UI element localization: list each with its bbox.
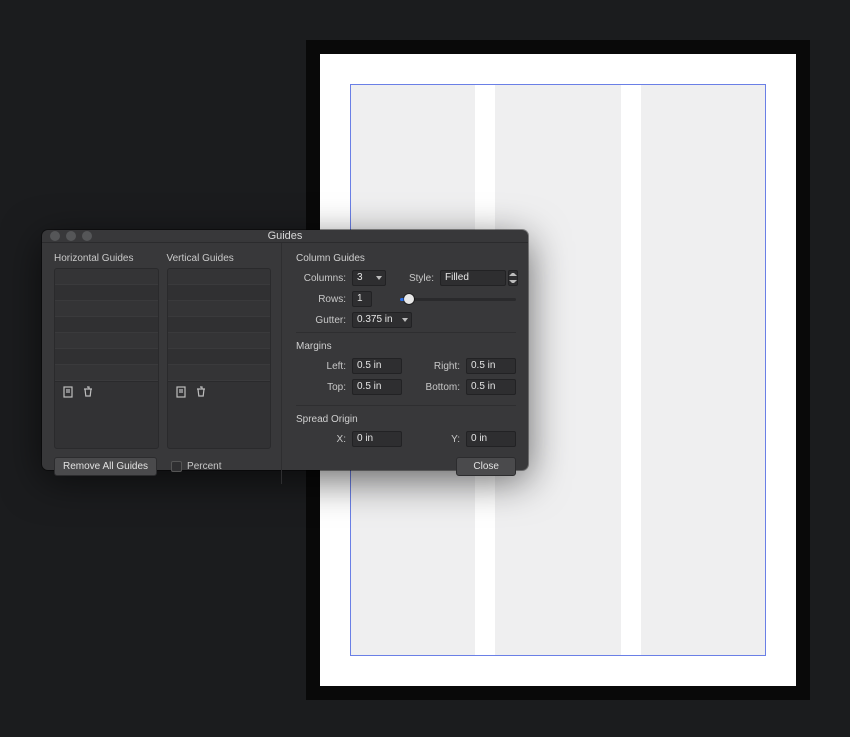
gutter-label: Gutter: [296, 315, 352, 326]
rows-label: Rows: [296, 294, 352, 305]
columns-value: 3 [357, 271, 363, 285]
spread-origin-section: Spread Origin [296, 414, 516, 425]
rows-input[interactable]: 1 [352, 291, 372, 307]
margins-section: Margins [296, 341, 516, 352]
style-select[interactable]: Filled [440, 270, 506, 286]
minimize-window-icon[interactable] [66, 231, 76, 241]
list-row[interactable] [168, 349, 271, 365]
rows-slider[interactable] [400, 291, 516, 307]
percent-label: Percent [187, 461, 221, 472]
divider [296, 405, 516, 406]
close-button[interactable]: Close [456, 457, 516, 476]
list-row[interactable] [55, 365, 158, 381]
margin-right-input[interactable]: 0.5 in [466, 358, 516, 374]
horizontal-guides-label: Horizontal Guides [54, 253, 159, 264]
list-row[interactable] [168, 285, 271, 301]
style-value: Filled [445, 271, 469, 285]
gutter-value: 0.375 in [357, 313, 393, 327]
add-vertical-guide-icon[interactable] [174, 385, 188, 399]
style-label: Style: [400, 273, 440, 284]
style-stepper[interactable] [508, 270, 518, 286]
list-row[interactable] [55, 285, 158, 301]
list-row[interactable] [55, 333, 158, 349]
add-horizontal-guide-icon[interactable] [61, 385, 75, 399]
list-row[interactable] [55, 349, 158, 365]
close-window-icon[interactable] [50, 231, 60, 241]
columns-label: Columns: [296, 273, 352, 284]
delete-vertical-guide-icon[interactable] [194, 385, 208, 399]
margin-bottom-input[interactable]: 0.5 in [466, 379, 516, 395]
chevron-down-icon [376, 276, 382, 280]
percent-checkbox[interactable] [171, 461, 182, 472]
list-row[interactable] [168, 317, 271, 333]
chevron-down-icon [402, 318, 408, 322]
remove-all-guides-button[interactable]: Remove All Guides [54, 457, 157, 476]
delete-horizontal-guide-icon[interactable] [81, 385, 95, 399]
list-row[interactable] [55, 269, 158, 285]
titlebar[interactable]: Guides [42, 230, 528, 243]
horizontal-guides-list[interactable] [54, 268, 159, 449]
list-row[interactable] [55, 301, 158, 317]
columns-select[interactable]: 3 [352, 270, 386, 286]
guides-dialog: Guides Horizontal Guides [42, 230, 528, 470]
spread-y-input[interactable]: 0 in [466, 431, 516, 447]
margin-top-label: Top: [296, 382, 352, 393]
guides-settings-pane: Column Guides Columns: 3 Style: Filled [282, 243, 528, 484]
list-row[interactable] [168, 365, 271, 381]
spread-y-label: Y: [410, 434, 466, 445]
margin-right-label: Right: [410, 361, 466, 372]
vertical-guides-label: Vertical Guides [167, 253, 272, 264]
list-row[interactable] [168, 333, 271, 349]
column-guides-section: Column Guides [296, 253, 516, 264]
list-row[interactable] [168, 301, 271, 317]
dialog-title: Guides [42, 230, 528, 242]
spread-x-label: X: [296, 434, 352, 445]
margin-left-input[interactable]: 0.5 in [352, 358, 402, 374]
window-controls [50, 230, 92, 242]
zoom-window-icon[interactable] [82, 231, 92, 241]
list-row[interactable] [55, 317, 158, 333]
guides-lists-pane: Horizontal Guides [42, 243, 282, 484]
margin-bottom-label: Bottom: [410, 382, 466, 393]
gutter-select[interactable]: 0.375 in [352, 312, 412, 328]
spread-x-input[interactable]: 0 in [352, 431, 402, 447]
list-row[interactable] [168, 269, 271, 285]
vertical-guides-list[interactable] [167, 268, 272, 449]
divider [296, 332, 516, 333]
margin-left-label: Left: [296, 361, 352, 372]
margin-top-input[interactable]: 0.5 in [352, 379, 402, 395]
